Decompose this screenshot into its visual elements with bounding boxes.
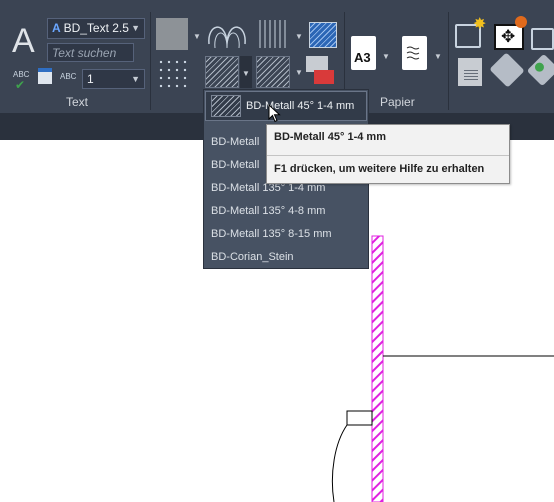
hatch-item[interactable]: BD-Metall <box>211 136 259 148</box>
window-icon[interactable] <box>531 28 554 50</box>
hatch-item[interactable]: BD-Metall 135° 4-8 mm <box>211 205 325 217</box>
hatch-blue-icon[interactable] <box>309 22 337 48</box>
chevron-down-icon[interactable]: ▼ <box>434 52 442 61</box>
hatch-thumbnail-icon <box>211 95 241 117</box>
chevron-down-icon[interactable]: ▼ <box>295 32 303 41</box>
dots-pattern-icon[interactable] <box>157 58 189 90</box>
waves-icon <box>406 46 420 60</box>
drawing-arc[interactable] <box>331 424 348 502</box>
list-lines <box>464 70 478 80</box>
chevron-down-icon[interactable]: ▼ <box>193 32 201 41</box>
tooltip-title: BD-Metall 45° 1-4 mm <box>274 131 386 143</box>
text-scale-value: 1 <box>87 72 94 86</box>
text-A-icon[interactable]: A <box>12 22 35 61</box>
tag-icon[interactable] <box>489 52 525 88</box>
curves-pattern-icon[interactable] <box>205 14 251 50</box>
hatch-dropdown-toggle[interactable]: ▼ <box>240 56 252 88</box>
star-icon: ✸ <box>473 16 487 33</box>
chevron-down-icon[interactable]: ▼ <box>131 19 140 37</box>
text-case-icon[interactable]: ABC <box>60 72 76 81</box>
hatch-item-label: BD-Metall 45° 1-4 mm <box>246 100 355 112</box>
text-panel-label: Text <box>66 95 89 109</box>
hatch-color-icon[interactable] <box>306 56 336 86</box>
panel-divider <box>150 12 151 110</box>
hatched-wall[interactable] <box>371 235 384 502</box>
move-arrows: ✥ <box>501 27 516 46</box>
text-search-input[interactable]: Text suchen <box>47 43 134 62</box>
panel-divider <box>448 12 449 110</box>
lines-pattern-icon[interactable] <box>256 18 292 50</box>
plus-badge-icon <box>533 60 546 74</box>
search-placeholder: Text suchen <box>52 46 117 60</box>
paper-panel-label: Papier <box>380 95 415 109</box>
hatch-item[interactable]: BD-Corian_Stein <box>211 251 294 263</box>
text-style-icon: A <box>52 21 64 35</box>
chevron-down-icon[interactable]: ▼ <box>382 52 390 61</box>
checkmark-icon: ✔ <box>15 78 26 92</box>
paper-size-label: A3 <box>354 50 371 65</box>
text-style-combo[interactable]: A BD_Text 2.5 ▼ <box>47 18 145 39</box>
text-scale-combo[interactable]: 1 ▼ <box>82 69 145 89</box>
tooltip-hint: F1 drücken, um weitere Hilfe zu erhalten <box>274 163 485 175</box>
hatch-item-selected[interactable]: BD-Metall 45° 1-4 mm <box>205 91 367 121</box>
mouse-cursor-icon <box>268 104 281 123</box>
move-icon[interactable]: ✥ <box>494 16 527 50</box>
hatch-diag-swatch-2[interactable] <box>256 56 290 88</box>
hatch-diag-swatch[interactable] <box>205 56 239 88</box>
chevron-down-icon[interactable]: ▼ <box>131 70 140 88</box>
text-style-value: BD_Text 2.5 <box>63 21 129 35</box>
badge-icon <box>515 16 527 28</box>
chevron-down-icon: ▼ <box>242 69 250 78</box>
hatch-item[interactable]: BD-Metall 135° 8-15 mm <box>211 228 332 240</box>
list-page-icon[interactable] <box>458 58 482 86</box>
tooltip-divider <box>267 155 509 156</box>
hatch-tooltip: BD-Metall 45° 1-4 mm F1 drücken, um weit… <box>266 124 510 184</box>
page-icon[interactable] <box>402 36 427 70</box>
drawing-rect[interactable] <box>346 410 373 426</box>
find-text-icon[interactable] <box>38 68 52 84</box>
new-view-star-icon[interactable]: ✸ <box>455 16 486 48</box>
solid-fill-swatch[interactable] <box>156 18 188 50</box>
chevron-down-icon[interactable]: ▼ <box>295 68 303 77</box>
tag-icon-2[interactable] <box>526 53 554 87</box>
hatch-item[interactable]: BD-Metall <box>211 159 259 171</box>
hatch-color-red <box>314 70 334 84</box>
